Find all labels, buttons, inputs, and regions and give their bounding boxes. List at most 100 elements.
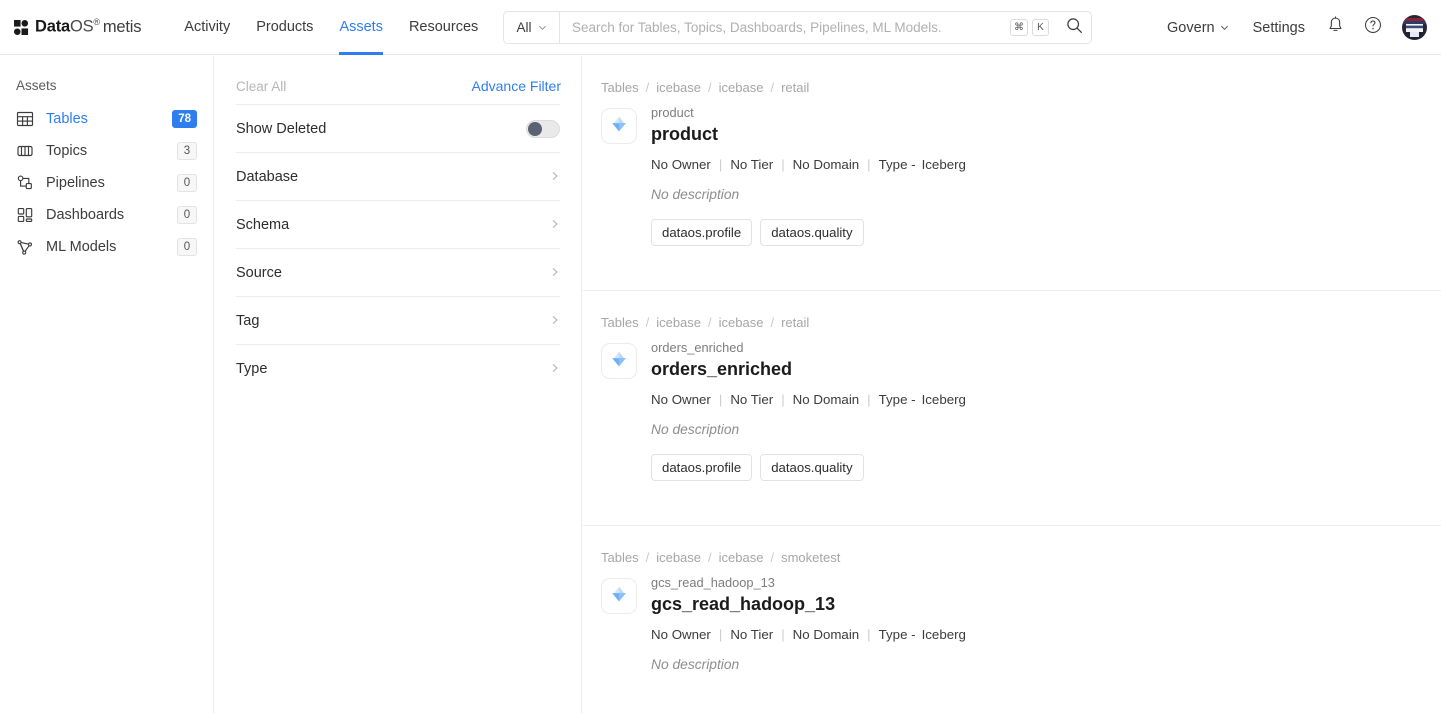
chevron-right-icon xyxy=(550,169,560,185)
breadcrumb-item[interactable]: icebase xyxy=(656,80,701,95)
asset-owner: No Owner xyxy=(651,157,711,172)
asset-tier: No Tier xyxy=(730,627,774,642)
asset-result-card[interactable]: Tables / icebase / icebase / smoketest g… xyxy=(583,525,1441,694)
search-icon xyxy=(1066,17,1083,39)
search-scope-dropdown[interactable]: All xyxy=(504,12,560,43)
breadcrumb-item[interactable]: icebase xyxy=(719,550,764,565)
breadcrumb-item[interactable]: retail xyxy=(781,80,809,95)
asset-tier: No Tier xyxy=(730,392,774,407)
asset-type-tile xyxy=(601,108,637,144)
user-avatar-image xyxy=(1402,15,1427,40)
asset-type-label: Type - xyxy=(878,157,916,172)
asset-title[interactable]: product xyxy=(651,122,1425,146)
asset-sub-name: product xyxy=(651,105,694,120)
nav-item-products[interactable]: Products xyxy=(243,0,326,55)
avatar[interactable] xyxy=(1402,15,1427,40)
iceberg-table-icon xyxy=(608,348,630,375)
breadcrumb-item[interactable]: Tables xyxy=(601,550,639,565)
breadcrumb-item[interactable]: icebase xyxy=(719,80,764,95)
sidebar-count-badge: 0 xyxy=(177,206,197,224)
govern-label: Govern xyxy=(1167,19,1215,36)
asset-type-tile xyxy=(601,578,637,614)
breadcrumb-item[interactable]: Tables xyxy=(601,80,639,95)
filter-group-schema[interactable]: Schema xyxy=(236,200,560,248)
breadcrumb-item[interactable]: icebase xyxy=(656,315,701,330)
settings-link[interactable]: Settings xyxy=(1241,20,1317,36)
sidebar-item-label: Tables xyxy=(46,111,88,127)
notifications-button[interactable] xyxy=(1317,16,1354,39)
breadcrumb-item[interactable]: Tables xyxy=(601,315,639,330)
asset-meta: No Owner | No Tier | No Domain | Type - … xyxy=(651,627,1425,642)
asset-description: No description xyxy=(651,187,740,202)
table-icon xyxy=(16,110,34,128)
filter-group-label: Type xyxy=(236,360,268,377)
kbd-command-icon: ⌘ xyxy=(1010,19,1028,36)
iceberg-table-icon xyxy=(608,113,630,140)
bell-icon xyxy=(1327,16,1344,39)
chevron-right-icon xyxy=(550,217,560,233)
asset-type-label: Type - xyxy=(878,392,916,407)
asset-domain: No Domain xyxy=(792,157,860,172)
filter-group-source[interactable]: Source xyxy=(236,248,560,296)
sidebar-item-pipelines[interactable]: Pipelines 0 xyxy=(0,167,213,199)
filter-group-type[interactable]: Type xyxy=(236,344,560,392)
asset-tag[interactable]: dataos.profile xyxy=(651,219,753,246)
nav-item-assets[interactable]: Assets xyxy=(326,0,396,55)
search-input[interactable] xyxy=(560,12,1010,43)
show-deleted-toggle[interactable] xyxy=(526,119,560,138)
breadcrumb-separator: / xyxy=(645,315,650,330)
asset-result-card[interactable]: Tables / icebase / icebase / retail xyxy=(583,56,1441,268)
search-results-list[interactable]: Tables / icebase / icebase / retail prod… xyxy=(583,56,1441,713)
brand-name-light: OS xyxy=(69,17,94,36)
breadcrumb-separator: / xyxy=(770,315,775,330)
asset-card-main: orders_enriched orders_enriched No Owner… xyxy=(651,340,1425,481)
asset-meta: No Owner | No Tier | No Domain | Type - … xyxy=(651,392,1425,407)
asset-tag[interactable]: dataos.quality xyxy=(760,219,864,246)
breadcrumb-item[interactable]: icebase xyxy=(719,315,764,330)
filter-group-database[interactable]: Database xyxy=(236,152,560,200)
sidebar-count-badge: 3 xyxy=(177,142,197,160)
breadcrumb-item[interactable]: icebase xyxy=(656,550,701,565)
advance-filter-link[interactable]: Advance Filter xyxy=(472,78,561,94)
filter-group-tag[interactable]: Tag xyxy=(236,296,560,344)
govern-menu[interactable]: Govern xyxy=(1155,20,1241,36)
breadcrumb-separator: / xyxy=(708,315,712,330)
kbd-k-key: K xyxy=(1032,19,1049,36)
sidebar-item-dashboards[interactable]: Dashboards 0 xyxy=(0,199,213,231)
sidebar-item-ml-models[interactable]: ML Models 0 xyxy=(0,231,213,263)
meta-separator: | xyxy=(718,157,723,172)
asset-tag-list: dataos.profile dataos.quality xyxy=(651,219,1425,246)
sidebar-item-tables[interactable]: Tables 78 xyxy=(0,103,213,135)
breadcrumb: Tables / icebase / icebase / retail xyxy=(601,80,1425,95)
breadcrumb-item[interactable]: smoketest xyxy=(781,550,840,565)
asset-result-card[interactable]: Tables / icebase / icebase / retail xyxy=(583,290,1441,503)
dataos-logo-icon xyxy=(14,19,29,35)
card-spacer xyxy=(601,481,1425,503)
help-button[interactable] xyxy=(1354,16,1392,39)
nav-item-activity[interactable]: Activity xyxy=(171,0,243,55)
asset-title[interactable]: gcs_read_hadoop_13 xyxy=(651,592,1425,616)
chevron-right-icon xyxy=(550,361,560,377)
dashboard-icon xyxy=(16,206,34,224)
meta-separator: | xyxy=(867,627,871,642)
asset-title[interactable]: orders_enriched xyxy=(651,357,1425,381)
main-nav: Activity Products Assets Resources xyxy=(171,0,491,55)
asset-tag[interactable]: dataos.profile xyxy=(651,454,753,481)
asset-card-body: gcs_read_hadoop_13 gcs_read_hadoop_13 No… xyxy=(601,575,1425,672)
clear-all-button[interactable]: Clear All xyxy=(236,79,286,94)
brand-logo-text: DataOS® metis xyxy=(35,17,141,37)
filter-group-label: Database xyxy=(236,168,299,185)
asset-tag-list: dataos.profile dataos.quality xyxy=(651,454,1425,481)
sidebar-item-topics[interactable]: Topics 3 xyxy=(0,135,213,167)
sidebar-count-badge: 0 xyxy=(177,238,197,256)
card-spacer xyxy=(601,672,1425,694)
breadcrumb-item[interactable]: retail xyxy=(781,315,809,330)
search-submit-button[interactable] xyxy=(1057,12,1091,43)
sidebar-count-badge: 78 xyxy=(172,110,197,128)
brand-logo[interactable]: DataOS® metis xyxy=(14,17,141,37)
asset-tag[interactable]: dataos.quality xyxy=(760,454,864,481)
app-header: DataOS® metis Activity Products Assets Re… xyxy=(0,0,1441,55)
nav-item-resources[interactable]: Resources xyxy=(396,0,491,55)
sidebar-count-badge: 0 xyxy=(177,174,197,192)
asset-card-body: orders_enriched orders_enriched No Owner… xyxy=(601,340,1425,481)
